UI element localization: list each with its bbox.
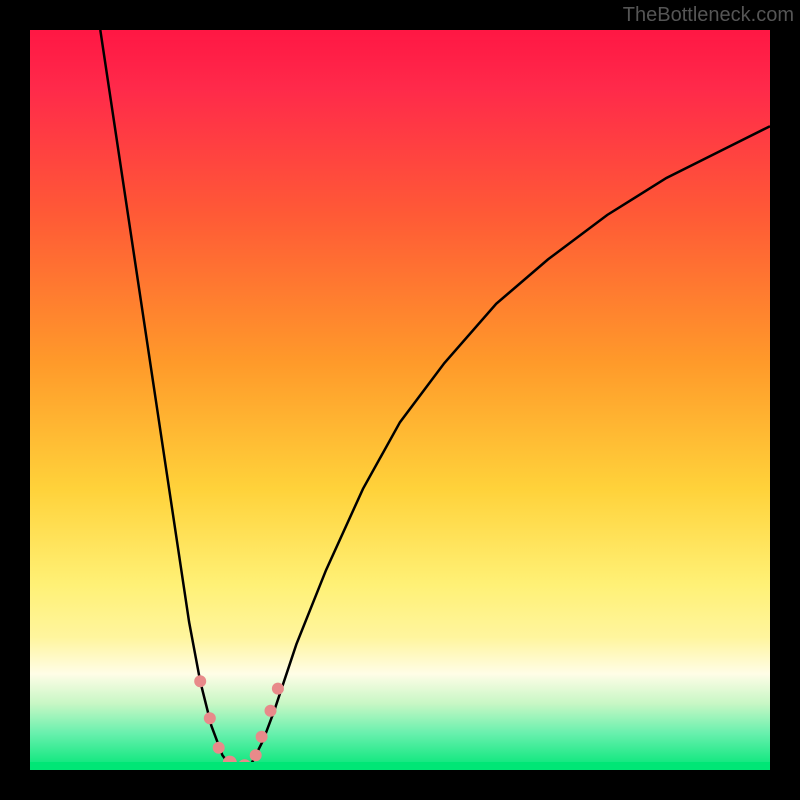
marker-point <box>250 749 262 761</box>
curve-layer <box>30 30 770 770</box>
marker-point <box>272 683 284 695</box>
marker-point <box>256 731 268 743</box>
watermark-text: TheBottleneck.com <box>623 4 794 27</box>
marker-point <box>204 712 216 724</box>
bottleneck-curve <box>100 30 770 770</box>
baseline-bar <box>30 762 770 770</box>
plot-area <box>30 30 770 770</box>
marker-point <box>194 675 206 687</box>
marker-point <box>213 742 225 754</box>
marker-point <box>265 705 277 717</box>
